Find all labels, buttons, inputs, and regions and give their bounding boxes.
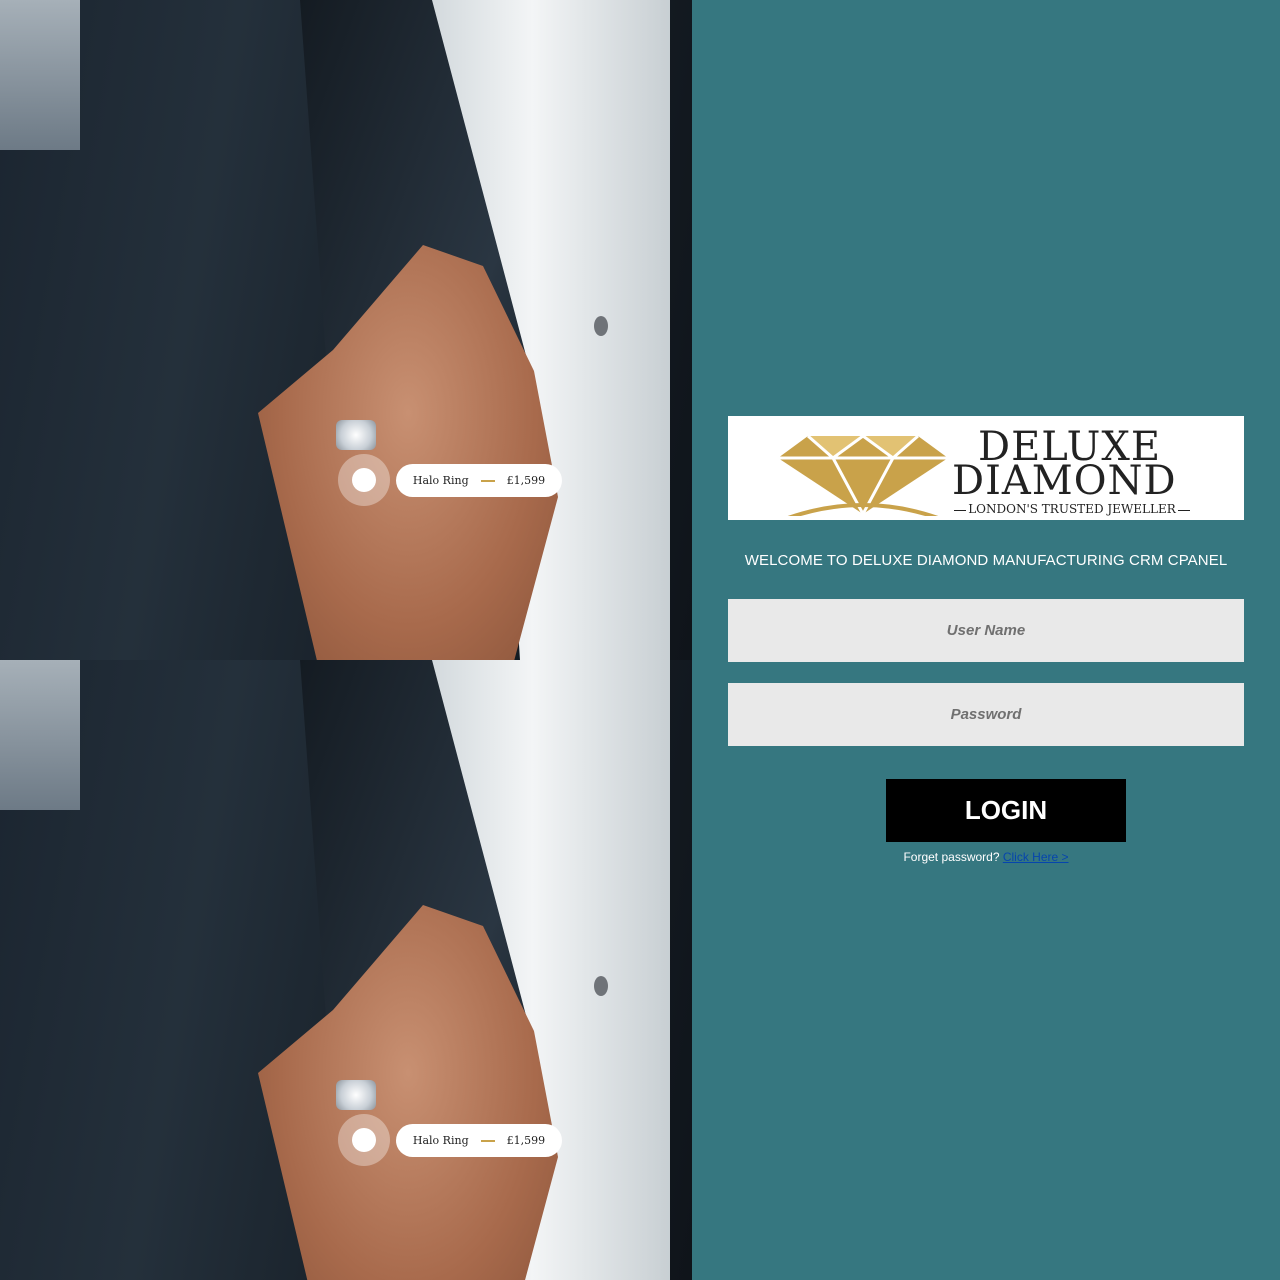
- forgot-password-text: Forget password?: [903, 850, 1000, 864]
- hero-photo: Halo Ring £1,599: [0, 660, 692, 1280]
- logo-tagline: LONDON'S TRUSTED JEWELLER: [954, 502, 1190, 516]
- product-hotspot-dot[interactable]: [352, 468, 376, 492]
- product-price: £1,599: [506, 474, 546, 487]
- forgot-password-row: Forget password? Click Here >: [728, 850, 1244, 864]
- password-input[interactable]: [728, 683, 1244, 746]
- hero-image-column: Halo Ring £1,599 Halo Ring £1,599: [0, 0, 692, 1280]
- product-tag-divider: [480, 479, 495, 482]
- product-tag[interactable]: Halo Ring £1,599: [396, 1124, 562, 1157]
- product-price: £1,599: [506, 1134, 546, 1147]
- forgot-password-link[interactable]: Click Here >: [1003, 850, 1069, 864]
- brand-logo: DELUXE DIAMOND LONDON'S TRUSTED JEWELLER: [728, 416, 1244, 520]
- login-button[interactable]: LOGIN: [886, 779, 1126, 842]
- product-tag-divider: [480, 1139, 495, 1142]
- product-hotspot-dot[interactable]: [352, 1128, 376, 1152]
- photo-background: [0, 0, 80, 150]
- photo-background: [0, 660, 80, 810]
- photo-ring: [336, 420, 376, 450]
- product-name: Halo Ring: [412, 474, 469, 487]
- product-name: Halo Ring: [412, 1134, 469, 1147]
- username-input[interactable]: [728, 599, 1244, 662]
- photo-shirt-button: [594, 316, 608, 336]
- welcome-heading: WELCOME TO DELUXE DIAMOND MANUFACTURING …: [744, 552, 1228, 569]
- diamond-icon: [778, 434, 948, 516]
- logo-wordmark-line2: DIAMOND: [952, 458, 1177, 504]
- photo-shirt-button: [594, 976, 608, 996]
- photo-ring: [336, 1080, 376, 1110]
- hero-photo: Halo Ring £1,599: [0, 0, 692, 660]
- product-tag[interactable]: Halo Ring £1,599: [396, 464, 562, 497]
